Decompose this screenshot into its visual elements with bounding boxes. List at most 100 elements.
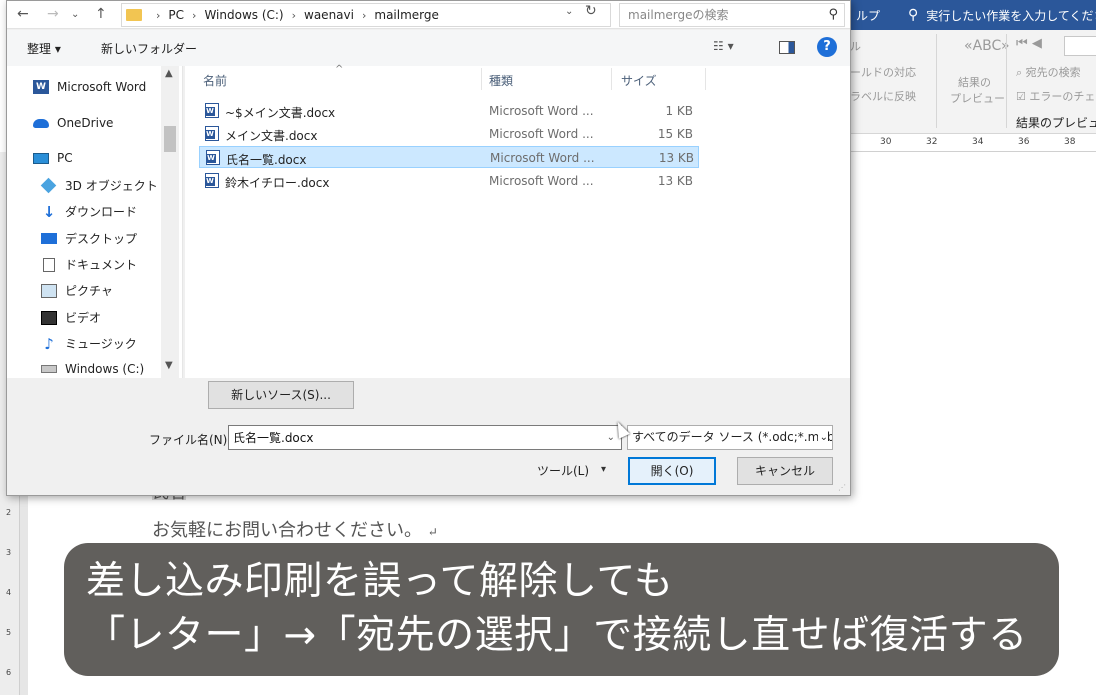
file-row[interactable]: メイン文書.docx Microsoft Word ... 15 KB: [199, 123, 699, 145]
nav-item-label: デスクトップ: [65, 232, 138, 246]
chevron-down-icon[interactable]: ⌄: [817, 426, 828, 449]
new-folder-button[interactable]: 新しいフォルダー: [101, 40, 197, 57]
breadcrumb-separator-icon[interactable]: ›: [156, 9, 160, 22]
address-chevron-icon[interactable]: ⌄: [565, 6, 573, 17]
word-icon: W: [33, 80, 49, 94]
filename-combobox[interactable]: ⌄: [228, 425, 622, 450]
breadcrumb[interactable]: › PC › Windows (C:) › waenavi › mailmerg…: [121, 3, 611, 27]
nav-item-label: 3D オブジェクト: [65, 179, 158, 193]
first-record-icon[interactable]: ⏮ ◀: [1016, 36, 1042, 51]
nav-item-pictures[interactable]: ピクチャ: [41, 282, 113, 299]
scroll-thumb[interactable]: [164, 126, 176, 152]
help-icon[interactable]: ?: [817, 37, 837, 57]
breadcrumb-item[interactable]: waenavi: [304, 8, 354, 22]
nav-item-windows-drive[interactable]: Windows (C:): [41, 362, 144, 376]
file-type: Microsoft Word ...: [489, 104, 594, 118]
file-size: 1 KB: [665, 104, 693, 118]
nav-item-3d-objects[interactable]: 3D オブジェクト: [40, 177, 158, 194]
file-row[interactable]: 鈴木イチロー.docx Microsoft Word ... 13 KB: [199, 170, 699, 192]
record-number-box[interactable]: [1064, 36, 1096, 56]
nav-item-downloads[interactable]: ↓ ダウンロード: [41, 203, 137, 220]
column-divider[interactable]: [481, 68, 482, 90]
column-header-name[interactable]: 名前: [203, 72, 227, 89]
match-fields-button[interactable]: ールドの対応: [850, 64, 916, 80]
drive-icon: [41, 365, 57, 373]
ruler-mark: 38: [1064, 137, 1076, 147]
document-text: お気軽にお問い合わせください。: [152, 520, 422, 541]
filetype-value: すべてのデータ ソース (*.odc;*.mdb: [632, 430, 833, 444]
nav-item-documents[interactable]: ドキュメント: [41, 256, 137, 273]
nav-item-music[interactable]: ♪ ミュージック: [41, 335, 137, 352]
new-source-button[interactable]: 新しいソース(S)...: [208, 381, 354, 409]
preview-results-group-label: 結果のプレビュー: [1016, 116, 1096, 130]
check-errors-label: エラーのチェ: [1029, 90, 1096, 103]
file-type: Microsoft Word ...: [489, 174, 594, 188]
breadcrumb-separator-icon[interactable]: ›: [362, 9, 366, 22]
ruler-mark: 30: [880, 137, 892, 147]
column-divider[interactable]: [705, 68, 706, 90]
find-recipient-button[interactable]: ⌕ 宛先の検索: [1016, 64, 1081, 80]
document-text-line[interactable]: お気軽にお問い合わせください。 ↵: [152, 516, 438, 542]
check-errors-button[interactable]: ☑ エラーのチェ: [1016, 88, 1095, 104]
select-data-source-dialog: ← → ⌄ ↑ › PC › Windows (C:) › waenavi › …: [6, 0, 851, 496]
update-labels-button[interactable]: ラベルに反映: [850, 88, 916, 104]
help-tab[interactable]: ルプ: [856, 7, 880, 24]
search-icon[interactable]: ⚲: [828, 7, 838, 22]
breadcrumb-item[interactable]: PC: [168, 8, 184, 22]
sort-ascending-icon: ^: [335, 64, 344, 75]
column-header-size[interactable]: サイズ: [621, 72, 657, 89]
cancel-button[interactable]: キャンセル: [737, 457, 833, 485]
caption-line-1: 差し込み印刷を誤って解除しても: [86, 559, 674, 604]
file-row-selected[interactable]: 氏名一覧.docx Microsoft Word ... 13 KB: [199, 146, 699, 168]
breadcrumb-item[interactable]: Windows (C:): [204, 8, 283, 22]
column-header-type[interactable]: 種類: [489, 72, 513, 89]
search-field[interactable]: ⚲: [619, 3, 845, 27]
file-name: ~$メイン文書.docx: [225, 106, 336, 120]
scroll-down-icon[interactable]: ▼: [165, 360, 173, 371]
nav-item-desktop[interactable]: デスクトップ: [41, 230, 137, 247]
view-options-button[interactable]: ☷ ▾: [713, 39, 734, 53]
file-row[interactable]: ~$メイン文書.docx Microsoft Word ... 1 KB: [199, 100, 699, 122]
open-button[interactable]: 開く(O): [628, 457, 716, 485]
rules-button[interactable]: ル: [850, 38, 861, 54]
column-divider[interactable]: [611, 68, 612, 90]
ruler-mark: 34: [972, 137, 984, 147]
ruler-mark: 32: [926, 137, 938, 147]
filename-input[interactable]: [229, 426, 599, 449]
chevron-down-icon[interactable]: ⌄: [607, 432, 615, 443]
organize-button[interactable]: 整理 ▾: [27, 40, 61, 57]
document-icon: [43, 257, 55, 272]
dropdown-caret-icon[interactable]: ▾: [601, 464, 606, 475]
refresh-icon[interactable]: ↻: [585, 3, 597, 19]
scroll-up-icon[interactable]: ▲: [165, 68, 173, 79]
nav-item-videos[interactable]: ビデオ: [41, 309, 101, 326]
breadcrumb-item[interactable]: mailmerge: [374, 8, 439, 22]
nav-item-word[interactable]: W Microsoft Word: [33, 80, 146, 94]
file-name: メイン文書.docx: [225, 129, 318, 143]
tell-me-box[interactable]: 実行したい作業を入力してくださ: [926, 7, 1096, 24]
preview-results-label-2[interactable]: プレビュー: [950, 90, 1005, 106]
breadcrumb-separator-icon[interactable]: ›: [292, 9, 296, 22]
nav-item-label: ビデオ: [65, 311, 102, 325]
tools-button[interactable]: ツール(L): [537, 462, 589, 479]
address-bar-row: ← → ⌄ ↑ › PC › Windows (C:) › waenavi › …: [7, 1, 850, 29]
breadcrumb-separator-icon[interactable]: ›: [192, 9, 196, 22]
horizontal-ruler: 30 32 34 36 38: [850, 134, 1096, 152]
file-size: 15 KB: [657, 127, 693, 141]
preview-pane-icon[interactable]: [779, 41, 795, 54]
filetype-select[interactable]: すべてのデータ ソース (*.odc;*.mdb ⌄: [627, 425, 833, 450]
search-input[interactable]: [620, 4, 810, 26]
nav-item-pc[interactable]: PC: [33, 151, 73, 165]
folder-icon: [126, 9, 142, 21]
ruler-mark: 4: [6, 588, 12, 597]
nav-item-onedrive[interactable]: OneDrive: [33, 116, 113, 130]
file-size: 13 KB: [657, 174, 693, 188]
nav-pane-scrollbar[interactable]: ▲ ▼: [161, 66, 179, 378]
caption-overlay: 差し込み印刷を誤って解除しても 「レター」→「宛先の選択」で接続し直せば復活する: [64, 543, 1059, 676]
resize-grip-icon[interactable]: ⋰: [838, 483, 846, 492]
preview-results-label-1[interactable]: 結果の: [958, 74, 991, 90]
forward-arrow-icon[interactable]: →: [47, 6, 59, 22]
up-arrow-icon[interactable]: ↑: [95, 6, 107, 22]
back-arrow-icon[interactable]: ←: [17, 6, 29, 22]
recent-locations-chevron-icon[interactable]: ⌄: [71, 9, 79, 20]
